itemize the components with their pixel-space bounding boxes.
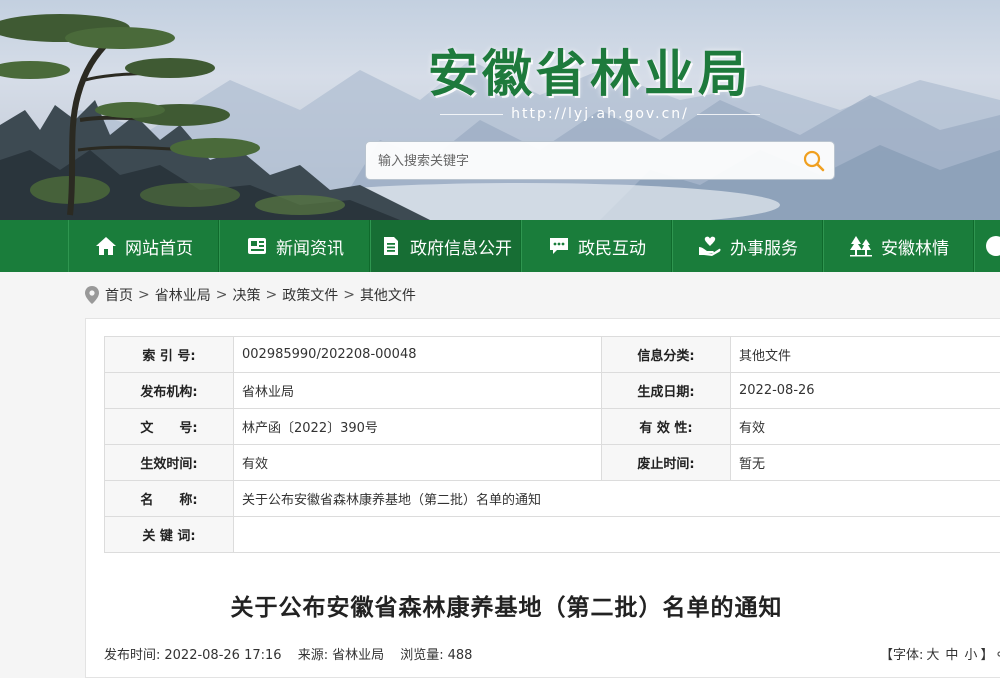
- breadcrumb-home[interactable]: 首页: [105, 285, 133, 305]
- font-size-medium-button[interactable]: 中: [945, 644, 958, 663]
- source-value: 省林业局: [332, 648, 384, 663]
- circle-icon: [985, 235, 1000, 257]
- article-title: 关于公布安徽省森林康养基地（第二批）名单的通知: [104, 588, 909, 622]
- breadcrumb-policy[interactable]: 政策文件: [282, 285, 338, 305]
- table-row: 名 称: 关于公布安徽省森林康养基地（第二批）名单的通知: [105, 481, 1000, 517]
- font-size-open: 【字体:: [880, 644, 923, 663]
- table-row: 发布机构: 省林业局 生成日期: 2022-08-26: [105, 373, 1000, 409]
- publisher-value: 省林业局: [234, 373, 602, 409]
- expire-time-value: 暂无: [731, 445, 1000, 481]
- nav-item-gov-info[interactable]: 政府信息公开: [370, 220, 521, 272]
- heart-hand-icon: [698, 235, 722, 257]
- breadcrumb-separator: >: [343, 287, 355, 303]
- site-url-row: http://lyj.ah.gov.cn/: [440, 104, 760, 124]
- nav-item-forestry[interactable]: 安徽林情: [823, 220, 974, 272]
- publish-time-label: 发布时间:: [104, 648, 160, 663]
- table-row: 索 引 号: 002985990/202208-00048 信息分类: 其他文件: [105, 337, 1000, 373]
- info-metadata-table: 索 引 号: 002985990/202208-00048 信息分类: 其他文件…: [104, 336, 1000, 553]
- effective-time-value: 有效: [234, 445, 602, 481]
- category-value: 其他文件: [731, 337, 1000, 373]
- table-row: 关 键 词:: [105, 517, 1000, 553]
- nav-label: 网站首页: [125, 234, 193, 259]
- created-date-label: 生成日期:: [602, 373, 731, 409]
- nav-item-home[interactable]: 网站首页: [68, 220, 219, 272]
- nav-label: 新闻资讯: [276, 234, 344, 259]
- nav-label: 政府信息公开: [410, 234, 512, 259]
- table-row: 生效时间: 有效 废止时间: 暂无: [105, 445, 1000, 481]
- breadcrumb-other[interactable]: 其他文件: [360, 285, 416, 305]
- chat-icon: [548, 235, 570, 257]
- validity-label: 有 效 性:: [602, 409, 731, 445]
- divider: [697, 114, 760, 115]
- name-value: 关于公布安徽省森林康养基地（第二批）名单的通知: [234, 481, 1000, 517]
- index-value: 002985990/202208-00048: [234, 337, 602, 373]
- search-input[interactable]: [366, 142, 800, 181]
- forest-icon: [849, 235, 873, 257]
- nav-item-services[interactable]: 办事服务: [672, 220, 823, 272]
- site-title: 安徽省林业局: [428, 34, 752, 106]
- index-label: 索 引 号:: [105, 337, 234, 373]
- keywords-label: 关 键 词:: [105, 517, 234, 553]
- home-icon: [95, 235, 117, 257]
- divider: [440, 114, 503, 115]
- keywords-value: [234, 517, 1000, 553]
- views-label: 浏览量:: [400, 648, 443, 663]
- doc-number-label: 文 号:: [105, 409, 234, 445]
- expire-time-label: 废止时间:: [602, 445, 731, 481]
- publish-info: 发布时间: 2022-08-26 17:16 来源: 省林业局 浏览量: 488: [104, 644, 476, 663]
- breadcrumb-separator: >: [138, 287, 150, 303]
- nav-label: 安徽林情: [881, 234, 949, 259]
- location-pin-icon: [85, 286, 99, 304]
- search-icon[interactable]: [802, 149, 826, 173]
- table-row: 文 号: 林产函〔2022〕390号 有 效 性: 有效: [105, 409, 1000, 445]
- views-count: 488: [448, 648, 473, 663]
- nav-item-news[interactable]: 新闻资讯: [219, 220, 370, 272]
- font-size-large-button[interactable]: 大: [926, 644, 939, 663]
- source-label: 来源:: [298, 648, 328, 663]
- breadcrumb-decision[interactable]: 决策: [232, 285, 260, 305]
- breadcrumb-separator: >: [265, 287, 277, 303]
- breadcrumb-separator: >: [216, 287, 228, 303]
- breadcrumb: 首页 > 省林业局 > 决策 > 政策文件 > 其他文件: [85, 284, 416, 306]
- nav-label: 办事服务: [730, 234, 798, 259]
- nav-label: 政民互动: [578, 234, 646, 259]
- doc-number-value: 林产函〔2022〕390号: [234, 409, 602, 445]
- main-nav: 网站首页 新闻资讯 政府信息公开: [0, 220, 1000, 272]
- search-box: [365, 141, 835, 180]
- created-date-value: 2022-08-26: [731, 373, 1000, 409]
- font-size-close: 】: [980, 644, 993, 663]
- nav-item-more[interactable]: [974, 220, 1000, 272]
- header-banner: 安徽省林业局 http://lyj.ah.gov.cn/: [0, 0, 1000, 220]
- publish-time: 2022-08-26 17:16: [164, 648, 281, 663]
- nav-item-interaction[interactable]: 政民互动: [521, 220, 672, 272]
- news-icon: [246, 235, 268, 257]
- font-size-switcher: 【字体: 大 中 小 】: [880, 644, 1000, 663]
- category-label: 信息分类:: [602, 337, 731, 373]
- validity-value: 有效: [731, 409, 1000, 445]
- name-label: 名 称:: [105, 481, 234, 517]
- breadcrumb-bureau[interactable]: 省林业局: [155, 285, 211, 305]
- document-icon: [380, 235, 402, 257]
- font-size-small-button[interactable]: 小: [964, 644, 977, 663]
- publisher-label: 发布机构:: [105, 373, 234, 409]
- site-url: http://lyj.ah.gov.cn/: [511, 106, 689, 122]
- effective-time-label: 生效时间:: [105, 445, 234, 481]
